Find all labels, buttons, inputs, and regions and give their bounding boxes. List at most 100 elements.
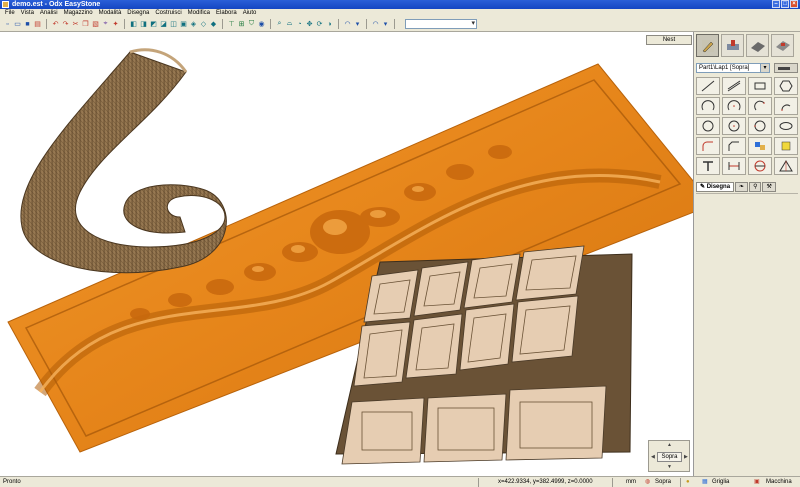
display-mode-icon[interactable]: ◠	[371, 20, 380, 29]
chevron-down-icon[interactable]: ▾	[381, 20, 390, 29]
arrow-down-icon[interactable]: ▼	[667, 464, 672, 470]
copy-icon[interactable]: ❐	[81, 20, 90, 29]
view-indicator[interactable]: Sopra	[655, 477, 671, 487]
spline-tool[interactable]	[748, 137, 772, 155]
chamfer-tool[interactable]	[722, 137, 746, 155]
arc-tangent-tool[interactable]	[748, 97, 772, 115]
snap-icon[interactable]: ⊤	[227, 20, 236, 29]
status-bar: Pronto x=422.9334, y=382.4999, z=0.0000 …	[0, 476, 800, 487]
render-icon[interactable]: ◑	[325, 20, 334, 29]
view-iso2-icon[interactable]: ◇	[199, 20, 208, 29]
view-iso-icon[interactable]: ◈	[189, 20, 198, 29]
polygon-tool[interactable]	[774, 77, 798, 95]
undo-icon[interactable]: ↶	[51, 20, 60, 29]
nest-button[interactable]: Nest	[646, 35, 692, 45]
cam-mode-button[interactable]	[721, 34, 744, 57]
chevron-down-icon[interactable]: ▾	[760, 63, 770, 73]
menu-elabora[interactable]: Elabora	[213, 9, 240, 17]
view-top-icon[interactable]: ◫	[169, 20, 178, 29]
menu-analisi[interactable]: Analisi	[37, 9, 61, 17]
menu-costruisci[interactable]: Costruisci	[152, 9, 184, 17]
menu-magazzino[interactable]: Magazzino	[61, 9, 96, 17]
shade-icon[interactable]: ◠	[343, 20, 352, 29]
measure-icon[interactable]: ⌖	[101, 20, 110, 29]
arc-end-tool[interactable]	[774, 97, 798, 115]
main-toolbar: ▫ ▭ ■ ▤ ↶ ↷ ✂ ❐ ▧ ⌖ ✦ ◧ ◨ ◩ ◪ ◫ ▣ ◈ ◇ ◆ …	[0, 17, 800, 32]
arrow-up-icon[interactable]: ▲	[667, 442, 672, 448]
unit-indicator[interactable]: mm	[626, 477, 636, 487]
menu-aiuto[interactable]: Aiuto	[240, 9, 260, 17]
tab-tools[interactable]: ⚒	[762, 182, 776, 192]
shield-icon[interactable]: ⛉	[247, 20, 256, 29]
spline-icon	[755, 142, 765, 150]
close-button[interactable]: ×	[790, 0, 798, 8]
redo-icon[interactable]: ↷	[61, 20, 70, 29]
text-tool[interactable]	[696, 157, 720, 175]
tab-disegna[interactable]: ✎ Disegna	[696, 182, 735, 192]
view-right-icon[interactable]: ◪	[159, 20, 168, 29]
slab-mode-button[interactable]	[746, 34, 769, 57]
zoom-window-icon[interactable]: ⌓	[285, 20, 294, 29]
arc-3pt-tool[interactable]	[696, 97, 720, 115]
new-icon[interactable]: ▫	[3, 20, 12, 29]
save-icon[interactable]: ■	[23, 20, 32, 29]
part-selector[interactable]: Part1\Lap1 [Sopra]	[696, 63, 770, 73]
menu-modalita[interactable]: Modalità	[96, 9, 125, 17]
chevron-down-icon[interactable]: ▾	[353, 20, 362, 29]
menu-disegna[interactable]: Disegna	[124, 9, 152, 17]
hexagon-icon	[779, 80, 793, 92]
highlight-tool[interactable]	[774, 137, 798, 155]
line-tool[interactable]	[696, 77, 720, 95]
rectangle-tool[interactable]	[748, 77, 772, 95]
pan-icon[interactable]: ✥	[305, 20, 314, 29]
title-bar: demo.est - Odx EasyStone – □ ×	[0, 0, 800, 9]
draw-mode-button[interactable]	[696, 34, 719, 57]
print-icon[interactable]: ▤	[33, 20, 42, 29]
pin-icon: ⚲	[753, 184, 758, 190]
view-front-icon[interactable]: ◧	[129, 20, 138, 29]
circle-tool[interactable]	[696, 117, 720, 135]
ellipse-icon	[779, 122, 793, 130]
menu-modifica[interactable]: Modifica	[185, 9, 213, 17]
arrow-right-icon[interactable]: ▶	[684, 454, 688, 460]
circle-2pt-tool[interactable]	[748, 117, 772, 135]
view-back-icon[interactable]: ◨	[139, 20, 148, 29]
circle-center-tool[interactable]	[722, 117, 746, 135]
zoom-all-icon[interactable]: ◔	[295, 20, 304, 29]
paste-icon[interactable]: ▧	[91, 20, 100, 29]
chamfer-icon	[728, 141, 739, 151]
offset-tool[interactable]	[748, 157, 772, 175]
arrow-left-icon[interactable]: ◀	[651, 454, 655, 460]
double-line-tool[interactable]	[722, 77, 746, 95]
view-bottom-icon[interactable]: ▣	[179, 20, 188, 29]
open-icon[interactable]: ▭	[13, 20, 22, 29]
viewport-canvas[interactable]	[0, 32, 694, 476]
menu-vista[interactable]: Vista	[18, 9, 37, 17]
nest-mode-button[interactable]	[771, 34, 794, 57]
machine-indicator[interactable]: Macchina	[766, 477, 792, 487]
view-left-icon[interactable]: ◩	[149, 20, 158, 29]
menu-file[interactable]: File	[2, 9, 18, 17]
dimension-tool[interactable]	[722, 157, 746, 175]
view-iso3-icon[interactable]: ◆	[209, 20, 218, 29]
view-top-button[interactable]: Sopra	[657, 452, 682, 462]
view-icon: ◍	[645, 479, 651, 485]
rotate-icon[interactable]: ⟳	[315, 20, 324, 29]
toolbar-separator	[46, 19, 47, 29]
layer-style-button[interactable]	[774, 63, 798, 73]
grid-indicator[interactable]: Griglia	[712, 477, 729, 487]
measure-tool[interactable]	[774, 157, 798, 175]
light-icon[interactable]: ✦	[111, 20, 120, 29]
grid-icon[interactable]: ⊞	[237, 20, 246, 29]
cut-icon[interactable]: ✂	[71, 20, 80, 29]
minimize-button[interactable]: –	[772, 0, 780, 8]
maximize-button[interactable]: □	[781, 0, 789, 8]
tab-leaf[interactable]: ❧	[735, 182, 749, 192]
layer-icon[interactable]: ◉	[257, 20, 266, 29]
arc-center-tool[interactable]	[722, 97, 746, 115]
tab-pin[interactable]: ⚲	[749, 182, 762, 192]
toolbar-combo[interactable]	[405, 19, 477, 29]
zoom-icon[interactable]: ⌕	[275, 20, 284, 29]
ellipse-tool[interactable]	[774, 117, 798, 135]
fillet-tool[interactable]	[696, 137, 720, 155]
